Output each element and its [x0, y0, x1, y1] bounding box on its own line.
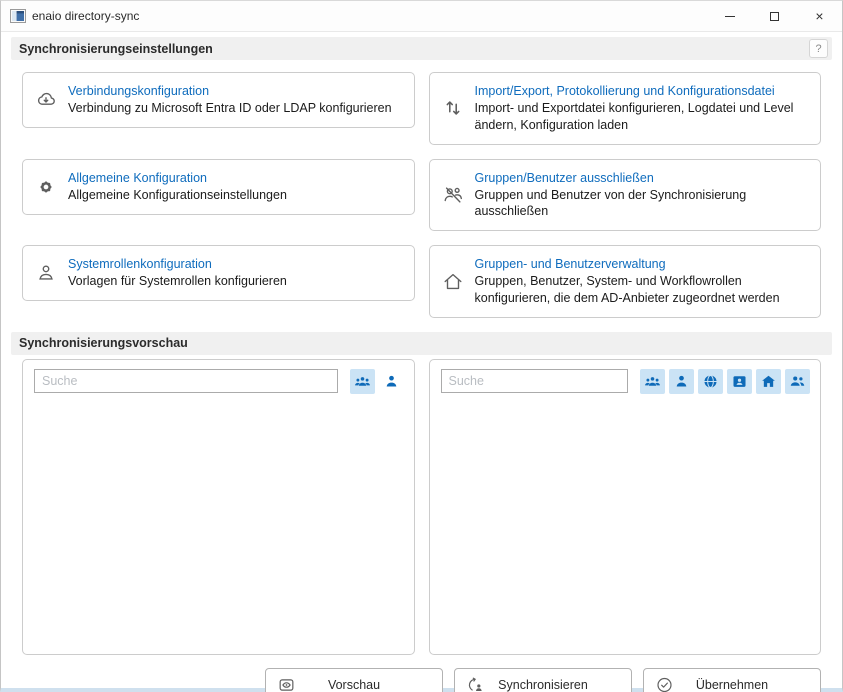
preview-header-title: Synchronisierungsvorschau	[19, 336, 188, 350]
title-bar: enaio directory-sync ×	[1, 1, 842, 32]
uebernehmen-button-label: Übernehmen	[696, 678, 768, 692]
window-title: enaio directory-sync	[32, 9, 139, 23]
card-title: Allgemeine Konfiguration	[68, 170, 287, 187]
import-export-icon	[442, 97, 464, 119]
card-description: Vorlagen für Systemrollen konfigurieren	[68, 273, 287, 290]
close-icon: ×	[815, 9, 823, 23]
card-title: Import/Export, Protokollierung und Konfi…	[475, 83, 809, 100]
vorschau-button[interactable]: Vorschau	[265, 668, 443, 692]
minimize-button[interactable]	[707, 1, 752, 31]
contact-card-icon	[731, 373, 748, 390]
gear-icon	[35, 176, 57, 198]
filter-users-button[interactable]	[379, 369, 404, 394]
filter-contact-card-button[interactable]	[727, 369, 752, 394]
users-result-list	[430, 400, 821, 654]
card-allgemeine-konfiguration[interactable]: Allgemeine Konfiguration Allgemeine Konf…	[22, 159, 415, 215]
card-systemrollenkonfiguration[interactable]: Systemrollenkonfiguration Vorlagen für S…	[22, 245, 415, 301]
two-people-icon	[789, 373, 806, 390]
app-window: { "window": { "title": "enaio directory-…	[0, 0, 843, 692]
card-title: Gruppen/Benutzer ausschließen	[475, 170, 809, 187]
groups-preview-panel	[22, 359, 415, 655]
users-panel-toolbar	[430, 360, 821, 400]
close-button[interactable]: ×	[797, 1, 842, 31]
minimize-icon	[725, 16, 735, 17]
action-bar: Vorschau Synchronisieren Übernehmen	[22, 668, 821, 692]
person-icon	[383, 373, 400, 390]
app-icon	[10, 8, 26, 24]
groups-search-input[interactable]	[34, 369, 338, 393]
maximize-icon	[770, 12, 779, 21]
card-description: Allgemeine Konfigurationseinstellungen	[68, 187, 287, 204]
card-import-export[interactable]: Import/Export, Protokollierung und Konfi…	[429, 72, 822, 145]
person-icon	[673, 373, 690, 390]
card-description: Gruppen und Benutzer von der Synchronisi…	[475, 187, 809, 221]
check-circle-icon	[655, 675, 674, 692]
settings-section-header: Synchronisierungseinstellungen ?	[11, 37, 832, 60]
card-gruppen-benutzer-ausschliessen[interactable]: Gruppen/Benutzer ausschließen Gruppen un…	[429, 159, 822, 232]
card-gruppen-benutzerverwaltung[interactable]: Gruppen- und Benutzerverwaltung Gruppen,…	[429, 245, 822, 318]
users-excluded-icon	[442, 184, 464, 206]
person-icon	[35, 262, 57, 284]
home-icon	[442, 271, 464, 293]
cloud-download-icon	[35, 89, 57, 111]
filter-users-button[interactable]	[669, 369, 694, 394]
uebernehmen-button[interactable]: Übernehmen	[643, 668, 821, 692]
card-title: Verbindungskonfiguration	[68, 83, 392, 100]
card-description: Verbindung zu Microsoft Entra ID oder LD…	[68, 100, 392, 117]
card-verbindungskonfiguration[interactable]: Verbindungskonfiguration Verbindung zu M…	[22, 72, 415, 128]
settings-header-title: Synchronisierungseinstellungen	[19, 42, 213, 56]
filter-global-button[interactable]	[698, 369, 723, 394]
settings-cards: Verbindungskonfiguration Verbindung zu M…	[22, 72, 821, 318]
card-description: Gruppen, Benutzer, System- und Workflowr…	[475, 273, 809, 307]
home-icon	[760, 373, 777, 390]
groups-panel-toolbar	[23, 360, 414, 400]
group-icon	[644, 373, 661, 390]
synchronisieren-button-label: Synchronisieren	[498, 678, 588, 692]
filter-groups-button[interactable]	[350, 369, 375, 394]
sync-icon	[466, 675, 485, 692]
maximize-button[interactable]	[752, 1, 797, 31]
vorschau-button-label: Vorschau	[328, 678, 380, 692]
users-preview-panel	[429, 359, 822, 655]
preview-eye-icon	[277, 675, 296, 692]
filter-two-people-button[interactable]	[785, 369, 810, 394]
help-button[interactable]: ?	[809, 39, 828, 58]
card-title: Systemrollenkonfiguration	[68, 256, 287, 273]
card-title: Gruppen- und Benutzerverwaltung	[475, 256, 809, 273]
group-icon	[354, 373, 371, 390]
filter-home-button[interactable]	[756, 369, 781, 394]
card-description: Import- und Exportdatei konfigurieren, L…	[475, 100, 809, 134]
globe-icon	[702, 373, 719, 390]
preview-section-header: Synchronisierungsvorschau	[11, 332, 832, 355]
users-search-input[interactable]	[441, 369, 629, 393]
filter-groups-button[interactable]	[640, 369, 665, 394]
preview-panels	[22, 359, 821, 655]
groups-result-list	[23, 400, 414, 654]
synchronisieren-button[interactable]: Synchronisieren	[454, 668, 632, 692]
